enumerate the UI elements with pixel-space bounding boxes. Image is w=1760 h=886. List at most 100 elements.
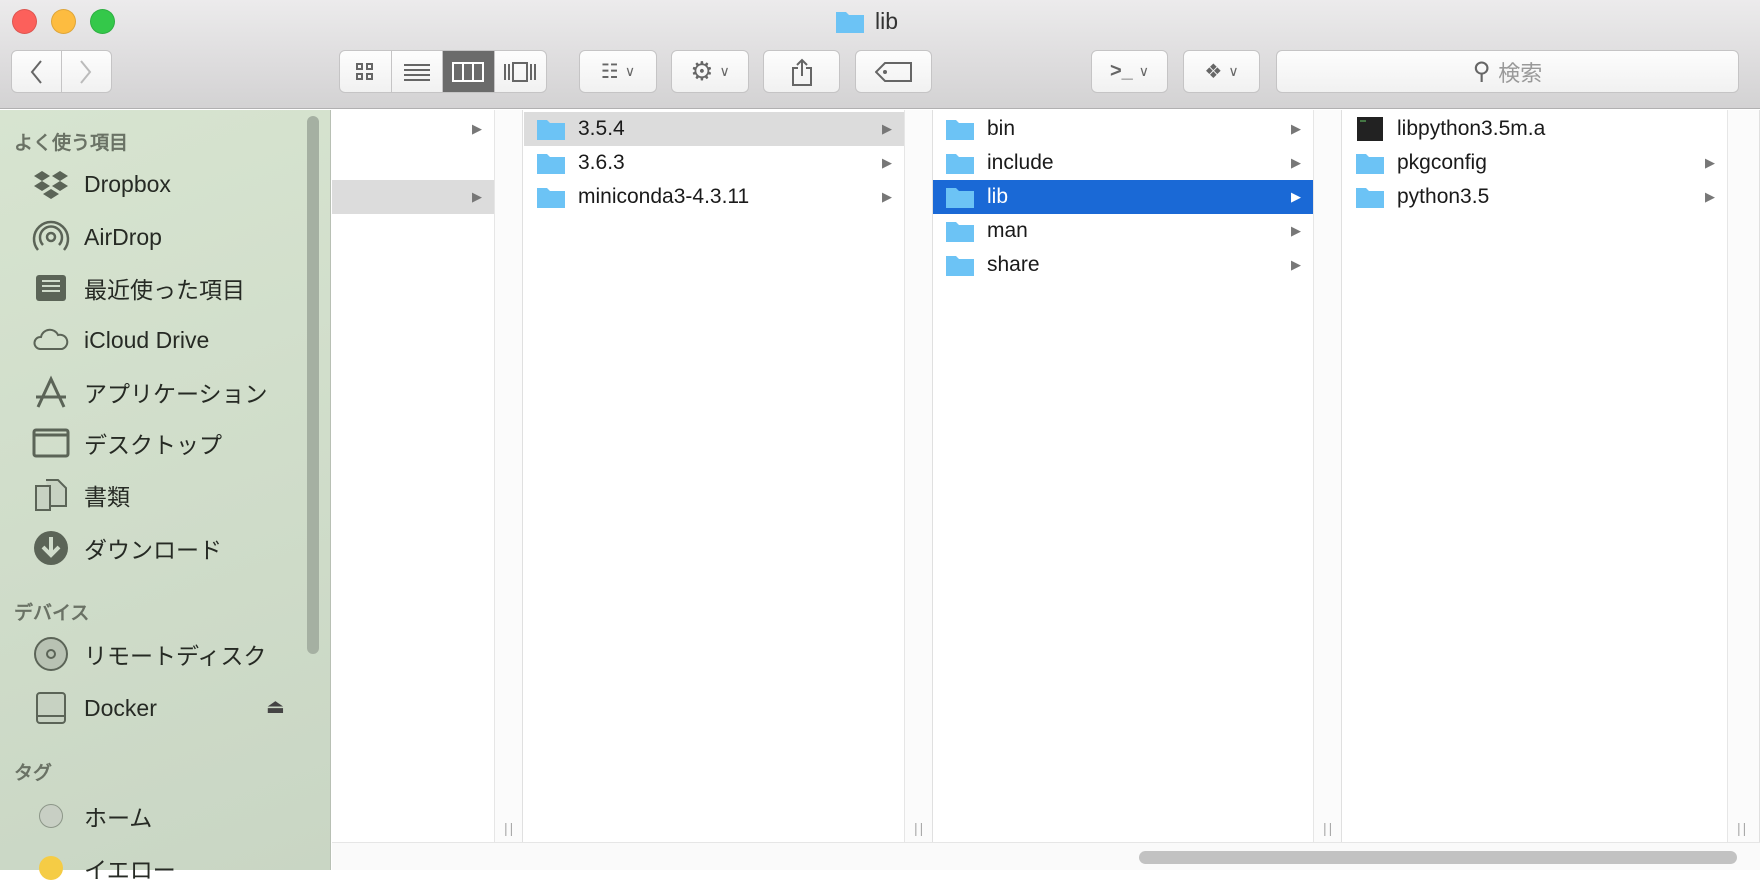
arrange-icon: ☷ — [600, 61, 619, 83]
forward-button[interactable] — [62, 51, 112, 92]
chevron-down-icon: ∨ — [1228, 63, 1239, 79]
sidebar-item-applications[interactable]: アプリケーション — [32, 374, 268, 410]
eject-icon[interactable]: ⏏ — [266, 694, 285, 719]
column-resize-handle[interactable]: || — [495, 110, 523, 842]
disclosure-arrow-icon: ▶ — [882, 121, 892, 136]
disclosure-arrow-icon: ▶ — [1291, 155, 1301, 170]
arrange-button[interactable]: ☷ ∨ — [579, 50, 657, 93]
window-title: lib — [835, 8, 898, 35]
column-row[interactable] — [332, 146, 494, 180]
sidebar-tag-home[interactable]: ホーム — [32, 798, 152, 834]
column-row[interactable]: include ▶ — [933, 146, 1313, 180]
column-row[interactable]: python3.5 ▶ — [1343, 180, 1727, 214]
column-view-button[interactable] — [443, 51, 495, 92]
disclosure-arrow-icon: ▶ — [1291, 223, 1301, 238]
column-resize-handle[interactable]: || — [1728, 110, 1760, 842]
column-resize-handle[interactable]: || — [1314, 110, 1342, 842]
sidebar-scrollbar[interactable] — [307, 116, 319, 654]
chevron-left-icon — [30, 59, 43, 84]
column-4: libpython3.5m.a pkgconfig ▶ python3.5 ▶ — [1343, 110, 1728, 842]
action-button[interactable]: ⚙ ∨ — [671, 50, 749, 93]
folder-icon — [946, 256, 974, 276]
sidebar-item-downloads[interactable]: ダウンロード — [32, 530, 222, 566]
sidebar-item-recents[interactable]: 最近使った項目 — [32, 270, 245, 306]
section-header-devices: デバイス — [14, 603, 90, 624]
section-header-favorites: よく使う項目 — [14, 133, 129, 154]
scrollbar-thumb[interactable] — [1139, 851, 1737, 864]
column-row[interactable]: miniconda3-4.3.11 ▶ — [524, 180, 904, 214]
column-2: 3.5.4 ▶ 3.6.3 ▶ miniconda3-4.3.11 ▶ — [524, 110, 905, 842]
chevron-down-icon: ∨ — [1138, 63, 1150, 79]
file-icon — [1357, 117, 1383, 141]
tag-icon — [874, 61, 912, 82]
disclosure-arrow-icon: ▶ — [1291, 189, 1301, 204]
folder-icon — [537, 120, 565, 140]
tag-button[interactable] — [855, 50, 932, 93]
column-resize-handle[interactable]: || — [905, 110, 933, 842]
zoom-button[interactable] — [90, 9, 115, 34]
disclosure-arrow-icon: ▶ — [472, 121, 482, 136]
terminal-icon: >_ — [1109, 60, 1133, 82]
column-row[interactable]: 3.6.3 ▶ — [524, 146, 904, 180]
column-row[interactable]: share ▶ — [933, 248, 1313, 282]
cloud-icon — [33, 328, 69, 350]
disc-icon — [34, 637, 68, 671]
folder-icon — [1356, 154, 1384, 174]
disclosure-arrow-icon: ▶ — [472, 189, 482, 204]
sidebar-item-docker[interactable]: Docker — [32, 690, 292, 726]
applications-icon — [36, 375, 66, 408]
download-icon — [34, 531, 68, 565]
list-view-button[interactable] — [392, 51, 443, 92]
nav-buttons — [11, 50, 112, 93]
sidebar-item-airdrop[interactable]: AirDrop — [32, 219, 162, 255]
horizontal-scrollbar[interactable] — [332, 842, 1760, 870]
column-3: bin ▶ include ▶ lib ▶ man ▶ share ▶ — [933, 110, 1314, 842]
folder-icon — [836, 12, 864, 33]
tag-color-dot-icon — [39, 804, 63, 828]
gallery-view-button[interactable] — [495, 51, 547, 92]
columns-icon — [452, 61, 485, 82]
column-row[interactable]: ▶ — [332, 180, 494, 214]
column-row[interactable]: lib ▶ — [933, 180, 1313, 214]
close-button[interactable] — [12, 9, 37, 34]
sidebar-item-documents[interactable]: 書類 — [32, 477, 130, 513]
folder-icon — [1356, 188, 1384, 208]
dropbox-button[interactable]: ❖ ∨ — [1183, 50, 1260, 93]
disclosure-arrow-icon: ▶ — [1291, 257, 1301, 272]
coverflow-icon — [504, 61, 537, 82]
folder-icon — [946, 120, 974, 140]
sidebar-tag-yellow[interactable]: イエロー — [32, 850, 176, 886]
folder-icon — [946, 188, 974, 208]
sidebar-item-icloud[interactable]: iCloud Drive — [32, 322, 209, 358]
column-row[interactable]: libpython3.5m.a — [1343, 112, 1727, 146]
list-icon — [403, 63, 430, 81]
desktop-icon — [32, 428, 70, 458]
folder-icon — [537, 154, 565, 174]
search-input[interactable]: ⚲ 検索 — [1276, 50, 1739, 93]
sidebar: よく使う項目 Dropbox AirDrop 最近使った項目 iCloud Dr… — [0, 110, 331, 883]
chevron-down-icon: ∨ — [719, 63, 730, 79]
column-row[interactable]: 3.5.4 ▶ — [524, 112, 904, 146]
icon-view-button[interactable] — [340, 51, 392, 92]
back-button[interactable] — [12, 51, 62, 92]
column-row[interactable]: ▶ — [332, 112, 494, 146]
disclosure-arrow-icon: ▶ — [882, 155, 892, 170]
gear-icon: ⚙ — [690, 56, 714, 86]
sidebar-item-remote-disc[interactable]: リモートディスク — [32, 636, 266, 672]
chevron-down-icon: ∨ — [624, 63, 636, 79]
tag-color-dot-icon — [39, 856, 63, 880]
column-row[interactable]: man ▶ — [933, 214, 1313, 248]
share-button[interactable] — [763, 50, 840, 93]
minimize-button[interactable] — [51, 9, 76, 34]
column-row[interactable]: bin ▶ — [933, 112, 1313, 146]
share-icon — [791, 58, 812, 86]
chevron-right-icon — [80, 59, 92, 84]
sidebar-item-dropbox[interactable]: Dropbox — [32, 166, 171, 202]
search-icon: ⚲ — [1472, 58, 1491, 85]
terminal-button[interactable]: >_ ∨ — [1091, 50, 1168, 93]
toolbar: lib ☷ ∨ ⚙ ∨ >_ ∨ ❖ ∨ ⚲ 検索 — [0, 0, 1760, 109]
disclosure-arrow-icon: ▶ — [1291, 121, 1301, 136]
sidebar-item-desktop[interactable]: デスクトップ — [32, 425, 222, 461]
column-row[interactable]: pkgconfig ▶ — [1343, 146, 1727, 180]
disclosure-arrow-icon: ▶ — [1705, 189, 1715, 204]
